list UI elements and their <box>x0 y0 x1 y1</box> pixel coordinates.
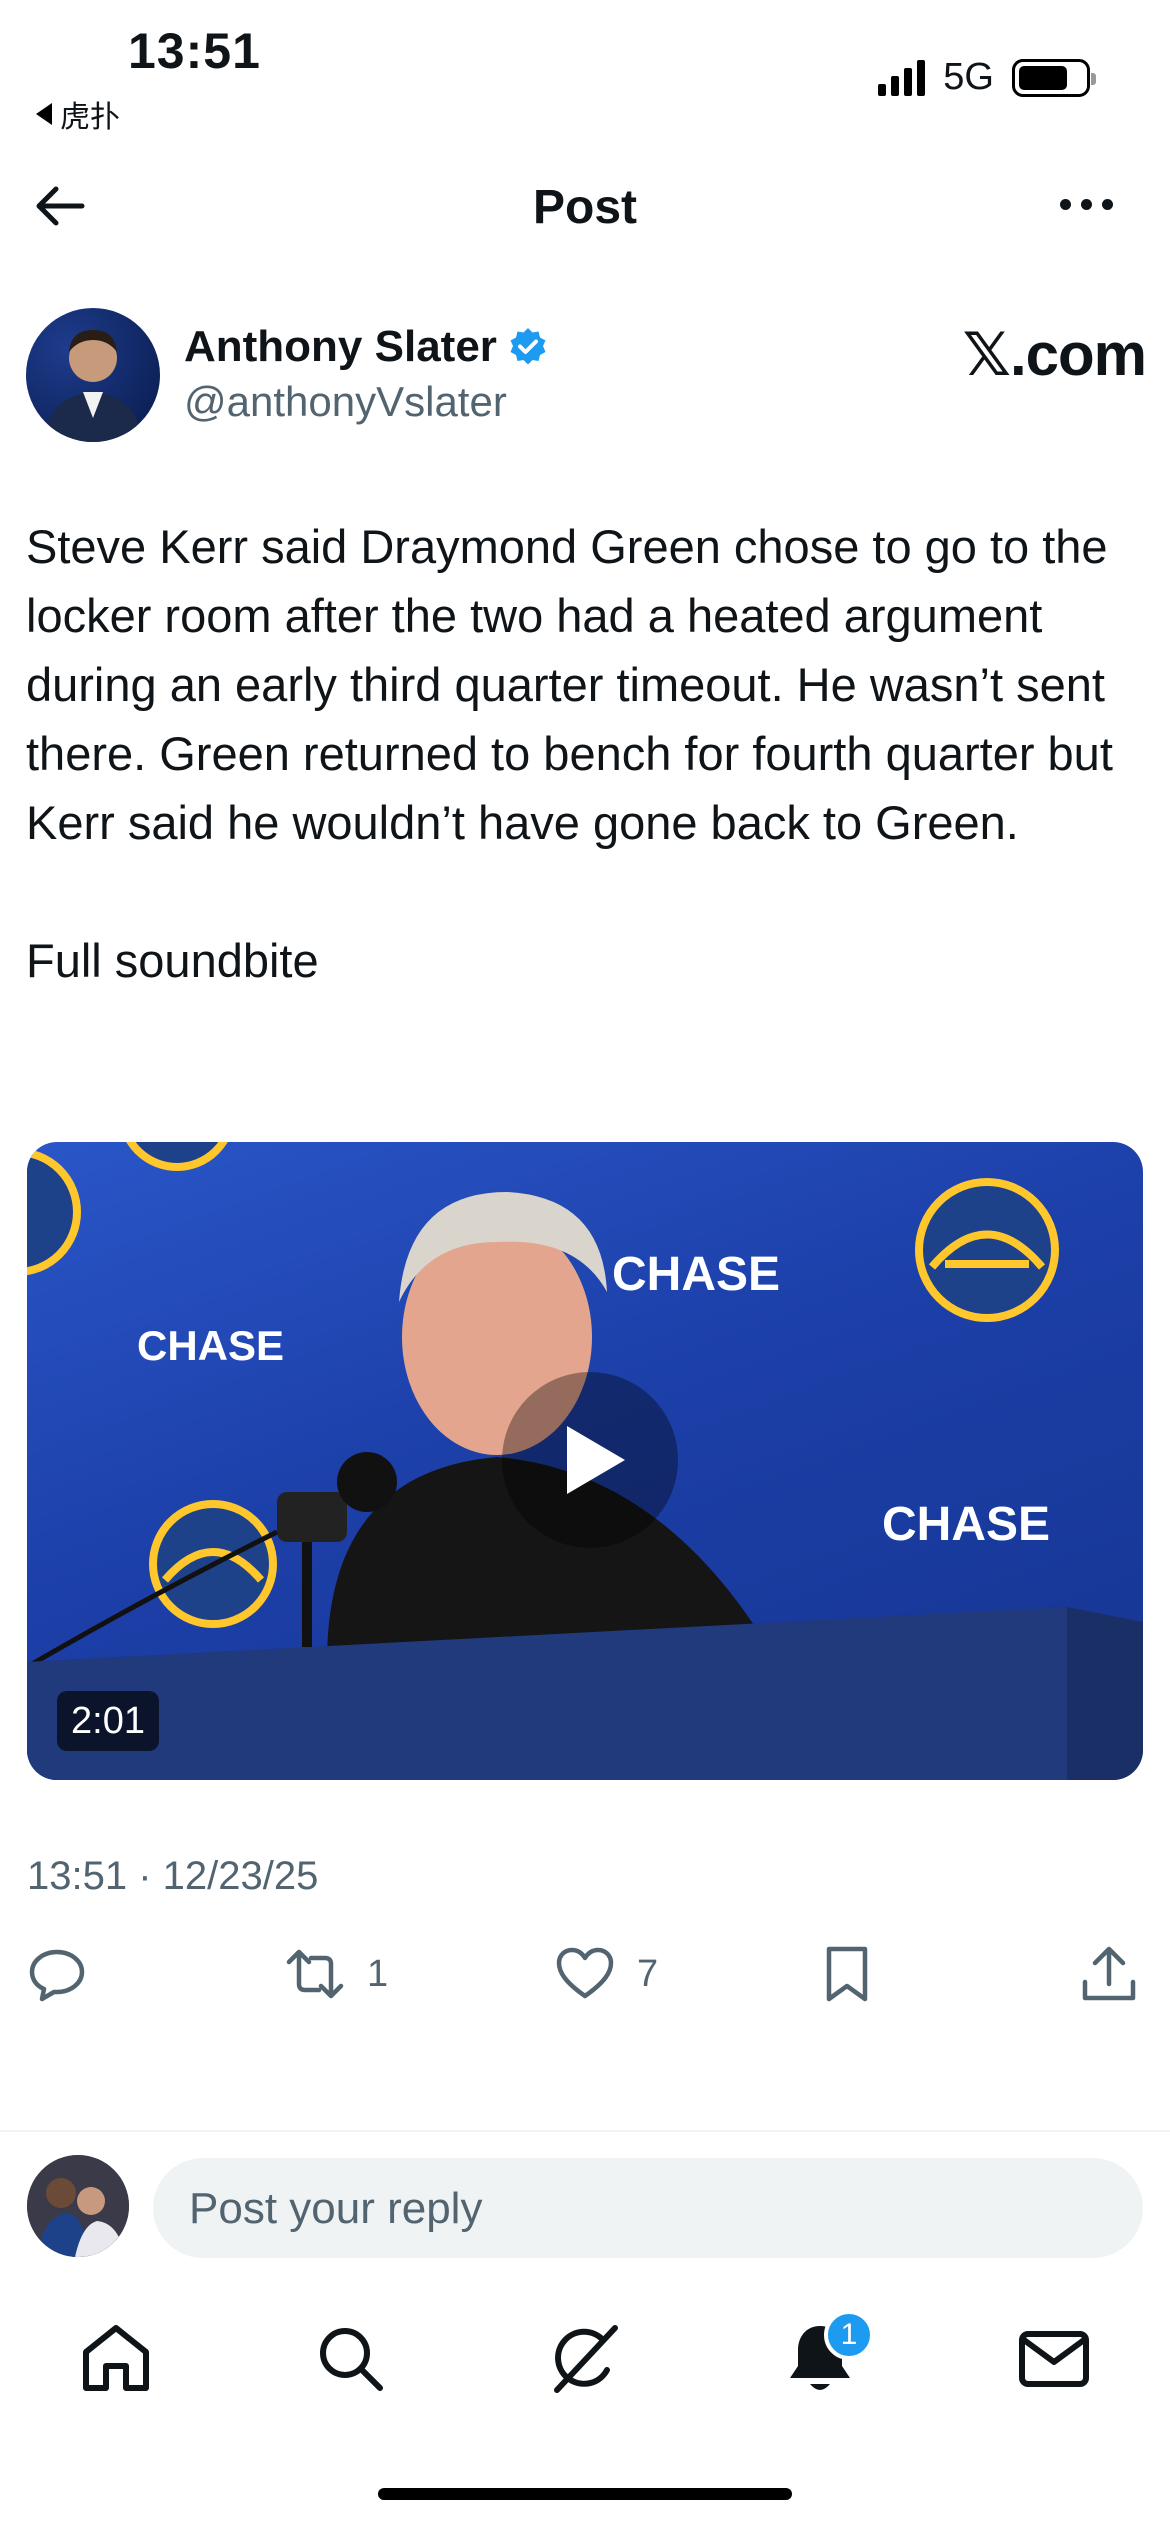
back-app-label: 虎扑 <box>60 101 120 134</box>
tweet-text: Steve Kerr said Draymond Green chose to … <box>26 512 1136 995</box>
status-indicators: 5G <box>878 56 1096 99</box>
play-button[interactable] <box>502 1372 678 1548</box>
nav-search[interactable] <box>310 2318 390 2398</box>
reply-icon <box>29 1949 85 2002</box>
author-name[interactable]: Anthony Slater <box>184 322 497 372</box>
chase-backdrop-text: CHASE <box>882 1498 1050 1551</box>
signal-icon <box>878 59 926 96</box>
status-bar: 13:51 虎扑 5G <box>0 0 1170 140</box>
home-icon <box>83 2325 149 2391</box>
battery-icon <box>1012 58 1096 97</box>
tweet-paragraph: Full soundbite <box>26 934 319 987</box>
reply-placeholder: Post your reply <box>189 2184 483 2233</box>
reply-button[interactable] <box>27 1944 109 2004</box>
share-icon <box>1082 1946 1136 2001</box>
notification-badge: 1 <box>824 2310 874 2360</box>
repost-button[interactable]: 1 <box>285 1944 388 2004</box>
reply-input[interactable]: Post your reply <box>153 2158 1143 2258</box>
search-icon <box>320 2328 383 2391</box>
like-count: 7 <box>637 1952 659 1995</box>
divider <box>0 2130 1170 2132</box>
author-avatar[interactable] <box>26 308 160 442</box>
bottom-nav: 1 <box>0 2300 1170 2420</box>
author-name-row[interactable]: Anthony Slater <box>184 322 549 372</box>
back-triangle-icon <box>36 103 52 125</box>
warriors-logo-icon <box>915 1178 1059 1322</box>
like-button[interactable]: 7 <box>555 1944 658 2004</box>
bookmark-icon <box>826 1946 868 2002</box>
heart-icon <box>556 1947 614 1999</box>
repost-count: 1 <box>367 1952 389 1995</box>
more-options-button[interactable] <box>1060 184 1120 224</box>
x-brand-watermark: 𝕏.com <box>962 321 1147 388</box>
nav-notifications[interactable]: 1 <box>780 2310 874 2398</box>
messages-icon <box>1019 2331 1089 2387</box>
grok-icon <box>554 2325 618 2393</box>
status-time: 13:51 <box>128 23 261 79</box>
share-button[interactable] <box>1079 1944 1139 2004</box>
more-dot-icon <box>1081 198 1092 210</box>
author-handle[interactable]: @anthonyVslater <box>184 378 507 426</box>
chase-backdrop-text: CHASE <box>137 1322 284 1369</box>
bookmark-button[interactable] <box>817 1944 877 2004</box>
action-bar: 1 7 <box>27 1944 1143 2014</box>
repost-icon <box>286 1949 344 1999</box>
post-header: Post <box>0 160 1170 250</box>
more-dot-icon <box>1060 198 1071 210</box>
play-icon <box>567 1426 625 1494</box>
back-to-app[interactable]: 虎扑 <box>36 92 120 136</box>
network-type: 5G <box>943 56 994 98</box>
nav-home[interactable] <box>76 2318 156 2398</box>
verified-badge-icon <box>510 328 546 365</box>
home-indicator[interactable] <box>378 2488 792 2500</box>
author-row: Anthony Slater @anthonyVslater 𝕏.com <box>26 308 1147 448</box>
page-title: Post <box>532 181 637 234</box>
more-dot-icon <box>1102 198 1113 210</box>
nav-grok[interactable] <box>545 2318 625 2398</box>
video-player[interactable]: CHASE CHASE CHASE 2:01 <box>27 1142 1143 1780</box>
post-timestamp[interactable]: 13:51 · 12/23/25 <box>27 1854 318 1899</box>
user-avatar[interactable] <box>27 2155 129 2257</box>
chase-backdrop-text: CHASE <box>612 1248 780 1301</box>
video-duration: 2:01 <box>57 1691 159 1751</box>
tweet-paragraph: Steve Kerr said Draymond Green chose to … <box>26 520 1113 849</box>
nav-messages[interactable] <box>1014 2318 1094 2398</box>
